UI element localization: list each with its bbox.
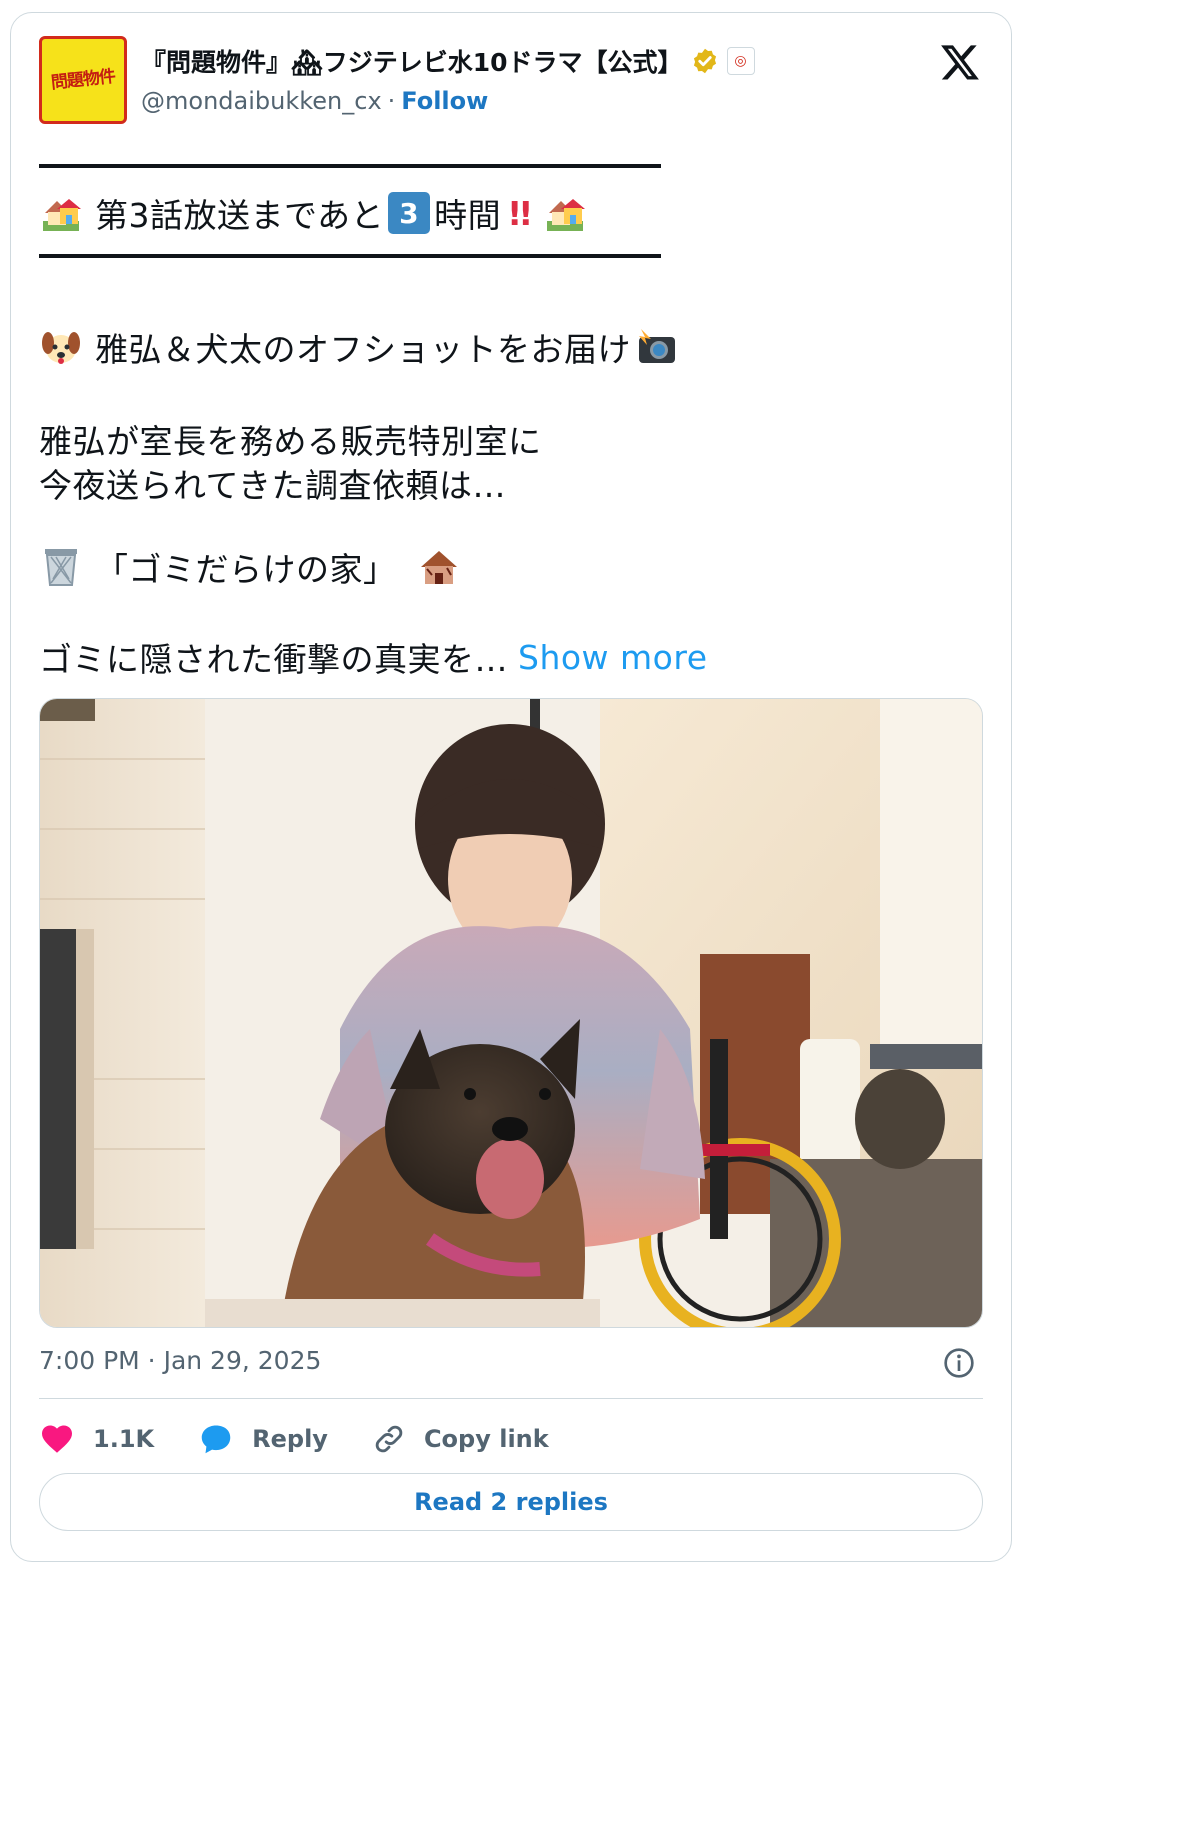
tweet-line-3: 雅弘が室長を務める販売特別室に	[39, 415, 542, 463]
display-name[interactable]: 『問題物件』🏘フジテレビ水10ドラマ【公式】 ◎	[141, 43, 755, 79]
tweet-line-1: 第3話放送まであと 3 時間 !!	[39, 189, 587, 237]
info-icon[interactable]	[943, 1347, 975, 1379]
affiliate-badge-icon[interactable]: ◎	[726, 47, 755, 75]
keycap-number: 3	[388, 192, 431, 234]
action-bar: 1.1K Reply Copy link	[39, 1415, 593, 1463]
tweet-line-5-text: 「ゴミだらけの家」	[95, 550, 397, 589]
tweet-line-4-text: 今夜送られてきた調査依頼は…	[39, 466, 507, 505]
footer-divider	[39, 1398, 983, 1399]
tweet-photo[interactable]	[39, 698, 983, 1328]
tweet-line-1-text: 第3話放送まであと	[95, 196, 385, 235]
copy-link-button[interactable]: Copy link	[372, 1422, 549, 1456]
tweet-line-4: 今夜送られてきた調査依頼は…	[39, 459, 506, 507]
tweet-card: 問題物件 『問題物件』🏘フジテレビ水10ドラマ【公式】 ◎ @mondaibuk…	[10, 12, 1012, 1562]
handle-row: @mondaibukken_cx · Follow	[141, 87, 488, 115]
derelict-house-icon	[420, 551, 457, 584]
link-icon	[375, 1425, 403, 1453]
dog-face-icon	[42, 332, 80, 364]
reply-label: Reply	[252, 1425, 328, 1453]
read-replies-button[interactable]: Read 2 replies	[39, 1473, 983, 1531]
tweet-line-3-text: 雅弘が室長を務める販売特別室に	[39, 422, 542, 461]
divider-rule-bottom	[39, 254, 661, 258]
camera-flash-icon	[639, 329, 675, 363]
tweet-line-2: 雅弘＆犬太のオフショットをお届け	[39, 323, 679, 371]
double-exclamation-icon: !!	[507, 193, 533, 233]
tweet-line-2-text: 雅弘＆犬太のオフショットをお届け	[95, 330, 631, 369]
like-count: 1.1K	[93, 1425, 155, 1453]
reply-bubble-icon	[201, 1425, 231, 1454]
wastebasket-icon	[45, 549, 77, 586]
copy-link-label: Copy link	[423, 1425, 549, 1453]
house-icon	[547, 199, 586, 231]
photo-image	[40, 699, 982, 1327]
tweet-line-6-text: ゴミに隠された衝撃の真実を…	[39, 640, 508, 679]
follow-button[interactable]: Follow	[401, 87, 488, 115]
x-logo-icon[interactable]	[939, 41, 981, 83]
separator: ·	[387, 87, 396, 115]
reply-button[interactable]: Reply	[198, 1421, 328, 1457]
display-name-text: 『問題物件』🏘フジテレビ水10ドラマ【公式】	[141, 48, 683, 77]
avatar-logo-text: 問題物件	[50, 66, 116, 93]
divider-rule-top	[39, 164, 661, 168]
heart-icon	[42, 1425, 72, 1453]
like-button[interactable]: 1.1K	[39, 1421, 154, 1457]
read-replies-label: Read 2 replies	[414, 1488, 608, 1516]
house-icon	[43, 199, 81, 231]
tweet-line-6: ゴミに隠された衝撃の真実を… Show more	[39, 633, 708, 681]
handle[interactable]: @mondaibukken_cx	[141, 87, 382, 115]
tweet-line-5: 「ゴミだらけの家」	[39, 543, 473, 591]
show-more-link[interactable]: Show more	[518, 638, 708, 677]
tweet-line-1-after: 時間	[434, 196, 502, 235]
avatar[interactable]: 問題物件	[39, 36, 127, 124]
verified-badge-icon	[693, 48, 716, 74]
timestamp[interactable]: 7:00 PM · Jan 29, 2025	[39, 1346, 321, 1375]
